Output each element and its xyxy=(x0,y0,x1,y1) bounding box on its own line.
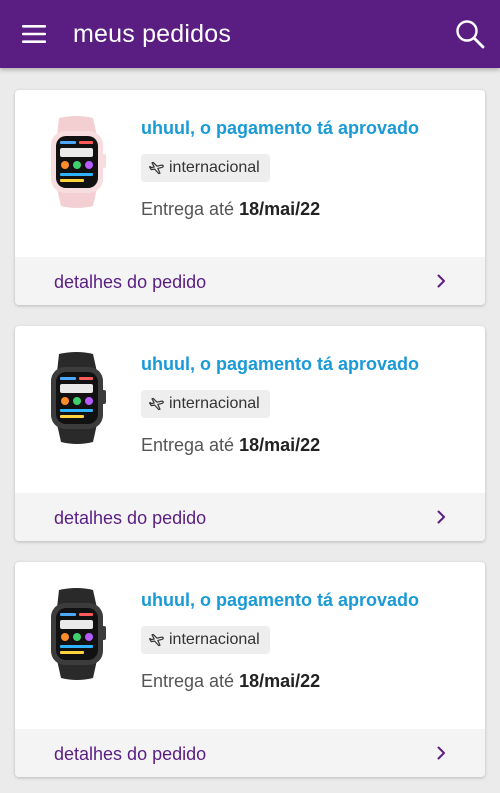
order-card: uhuul, o pagamento tá aprovado internaci… xyxy=(15,326,485,541)
order-details-link[interactable]: detalhes do pedido xyxy=(15,257,485,305)
hamburger-menu-icon xyxy=(22,25,46,43)
order-card: uhuul, o pagamento tá aprovado internaci… xyxy=(15,562,485,777)
search-button[interactable] xyxy=(450,14,490,54)
delivery-date: 18/mai/22 xyxy=(239,671,321,691)
smartwatch-image xyxy=(51,116,106,208)
order-details-link[interactable]: detalhes do pedido xyxy=(15,729,485,777)
airplane-icon xyxy=(149,161,164,175)
smartwatch-image xyxy=(51,352,106,444)
chevron-right-icon xyxy=(437,510,445,524)
delivery-prefix: Entrega até xyxy=(141,671,235,691)
badge-label: internacional xyxy=(169,395,260,412)
delivery-estimate: Entrega até 18/mai/22 xyxy=(141,670,320,692)
delivery-prefix: Entrega até xyxy=(141,435,235,455)
shipping-badge: internacional xyxy=(141,626,270,654)
smartwatch-image xyxy=(51,588,106,680)
delivery-date: 18/mai/22 xyxy=(239,435,321,455)
order-summary[interactable]: uhuul, o pagamento tá aprovado internaci… xyxy=(15,562,485,730)
order-details-label: detalhes do pedido xyxy=(54,272,207,292)
shipping-badge: internacional xyxy=(141,154,270,182)
delivery-prefix: Entrega até xyxy=(141,199,235,219)
search-icon xyxy=(456,20,485,49)
order-details-label: detalhes do pedido xyxy=(54,744,207,764)
order-status: uhuul, o pagamento tá aprovado xyxy=(141,590,420,610)
order-summary[interactable]: uhuul, o pagamento tá aprovado internaci… xyxy=(15,326,485,494)
page-title: meus pedidos xyxy=(73,20,232,48)
badge-label: internacional xyxy=(169,631,260,648)
delivery-estimate: Entrega até 18/mai/22 xyxy=(141,434,320,456)
order-card: uhuul, o pagamento tá aprovado internaci… xyxy=(15,90,485,305)
app-bar: meus pedidos xyxy=(0,0,500,68)
order-details-label: detalhes do pedido xyxy=(54,508,207,528)
airplane-icon xyxy=(149,397,164,411)
airplane-icon xyxy=(149,633,164,647)
badge-label: internacional xyxy=(169,159,260,176)
chevron-right-icon xyxy=(437,274,445,288)
order-status: uhuul, o pagamento tá aprovado xyxy=(141,118,420,138)
order-details-link[interactable]: detalhes do pedido xyxy=(15,493,485,541)
chevron-right-icon xyxy=(437,746,445,760)
order-status: uhuul, o pagamento tá aprovado xyxy=(141,354,420,374)
menu-button[interactable] xyxy=(14,17,54,51)
shipping-badge: internacional xyxy=(141,390,270,418)
delivery-date: 18/mai/22 xyxy=(239,199,321,219)
order-summary[interactable]: uhuul, o pagamento tá aprovado internaci… xyxy=(15,90,485,258)
delivery-estimate: Entrega até 18/mai/22 xyxy=(141,198,320,220)
